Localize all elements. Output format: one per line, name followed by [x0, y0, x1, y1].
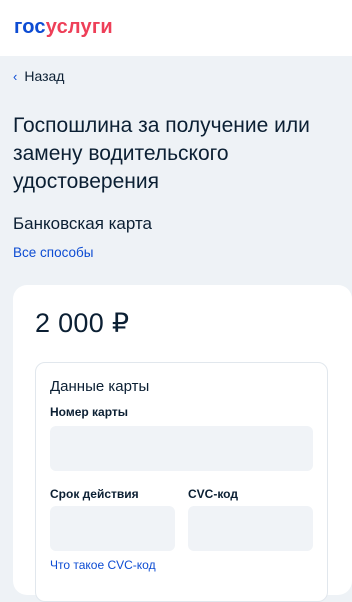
card-number-input[interactable]	[50, 426, 313, 471]
all-methods-link[interactable]: Все способы	[13, 245, 93, 260]
payment-card: 2 000 ₽ Данные карты Номер карты Срок де…	[13, 285, 352, 602]
expiry-label: Срок действия	[50, 487, 139, 501]
cvc-label: CVC-код	[188, 487, 238, 501]
card-number-label: Номер карты	[50, 405, 129, 419]
cvc-input[interactable]	[188, 506, 313, 551]
page-title: Госпошлина за получение или замену водит…	[13, 114, 310, 193]
expiry-input[interactable]	[50, 506, 175, 551]
payment-method-title: Банковская карта	[13, 214, 153, 233]
back-link[interactable]: ‹ Назад	[13, 68, 64, 84]
gosuslugi-logo[interactable]: госуслуги	[14, 16, 113, 39]
card-details-title: Данные карты	[50, 378, 150, 395]
back-link-label: Назад	[24, 68, 65, 84]
logo-part-uslugi: услуги	[45, 16, 113, 38]
card-details-panel: Данные карты Номер карты Срок действия C…	[35, 362, 328, 602]
logo-part-gos: гос	[14, 16, 46, 38]
chevron-left-icon: ‹	[13, 68, 18, 84]
cvc-help-link[interactable]: Что такое CVC-код	[50, 558, 156, 572]
payment-amount: 2 000 ₽	[35, 308, 130, 338]
app-header: госуслуги	[0, 0, 352, 56]
